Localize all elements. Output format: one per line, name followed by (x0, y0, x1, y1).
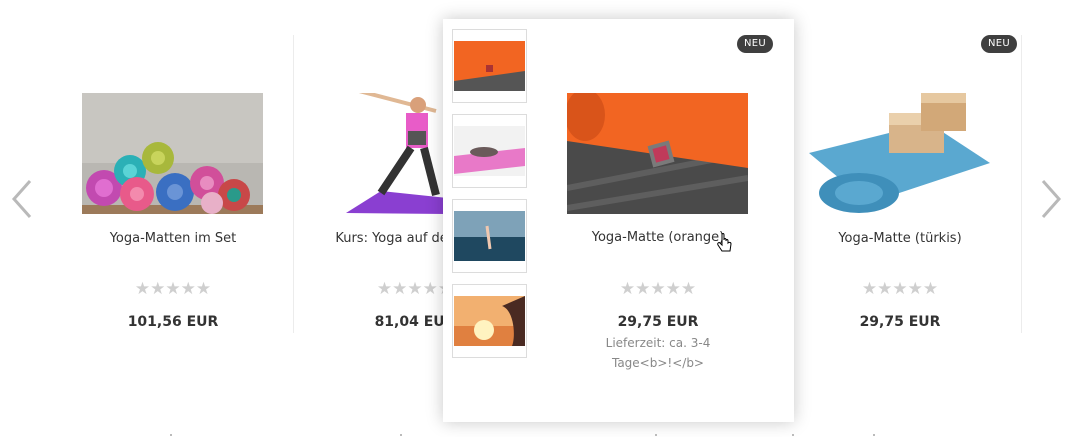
rating-stars: ★★★★★ (134, 279, 212, 299)
new-badge: NEU (980, 35, 1017, 53)
new-badge: NEU (736, 35, 773, 53)
product-card[interactable]: Yoga-Matten im Set ★★★★★ 101,56 EUR (52, 35, 294, 335)
product-price: 29,75 EUR (859, 314, 941, 330)
rating-stars: ★★★★★ (861, 279, 939, 299)
delivery-time: Lieferzeit: ca. 3-4 Tage<b>!</b> (605, 336, 711, 370)
product-price: 29,75 EUR (617, 314, 699, 330)
thumbnail[interactable] (452, 199, 527, 273)
thumbnail[interactable] (452, 284, 527, 358)
product-image[interactable] (82, 93, 263, 214)
product-hover-card[interactable]: NEU Yoga-Matte (orange) ★★★★★ 29,75 EUR … (443, 19, 794, 422)
product-card[interactable]: NEU Yoga-Matte (türkis) ★★★★★ 29,75 EUR (779, 35, 1021, 335)
thumbnail[interactable] (452, 114, 527, 188)
product-carousel: Yoga-Matten im Set ★★★★★ 101,56 EUR Kurs… (0, 0, 1073, 437)
product-image[interactable] (809, 93, 990, 214)
chevron-left-icon (11, 180, 32, 218)
carousel-prev-button[interactable] (8, 175, 38, 223)
thumbnail[interactable] (452, 29, 527, 103)
product-name[interactable]: Yoga-Matte (türkis) (789, 229, 1011, 248)
carousel-next-button[interactable] (1035, 175, 1065, 223)
product-name[interactable]: Yoga-Matten im Set (62, 229, 284, 248)
card-divider (1021, 35, 1022, 333)
product-price: 101,56 EUR (127, 314, 219, 330)
rating-stars: ★★★★★ (619, 279, 697, 299)
chevron-right-icon (1041, 180, 1062, 218)
hand-cursor-icon (717, 233, 732, 252)
product-image[interactable] (567, 93, 748, 214)
